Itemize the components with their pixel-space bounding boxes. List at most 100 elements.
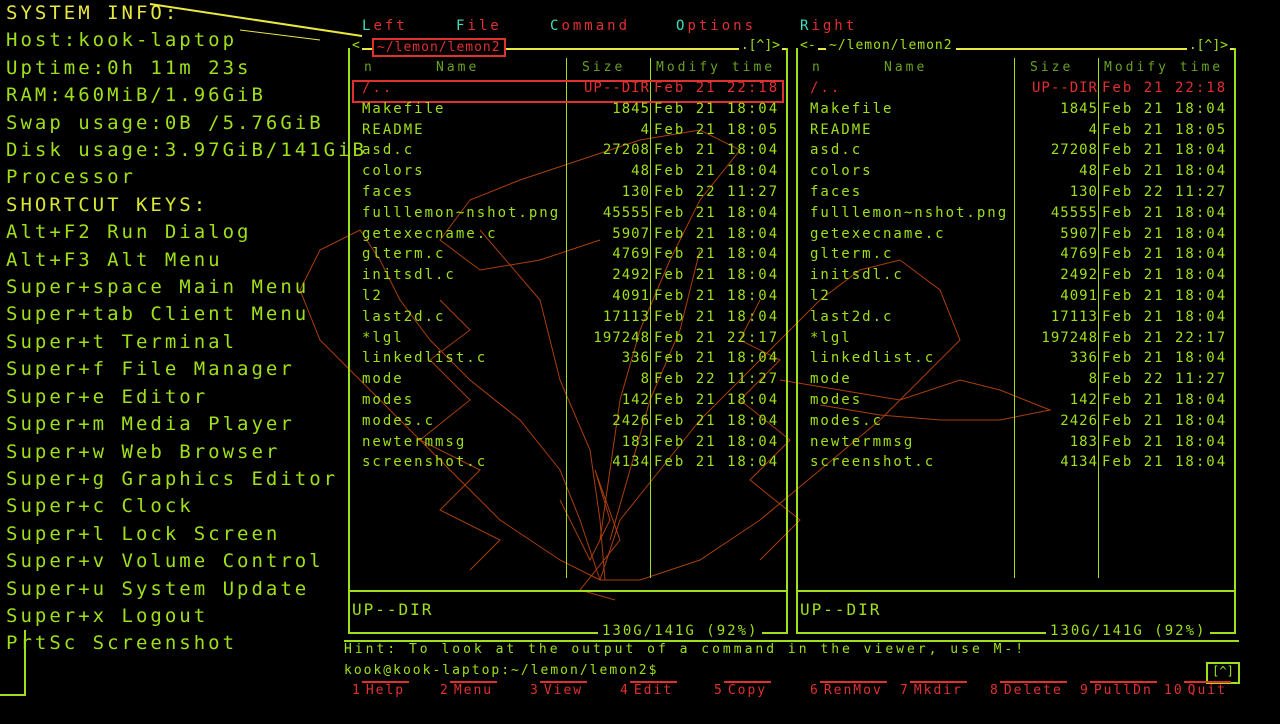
file-mtime: Feb 21 18:04: [1102, 163, 1228, 180]
file-row[interactable]: mode 8 Feb 22 11:27: [796, 371, 1236, 392]
col-header-n[interactable]: n: [812, 60, 823, 75]
file-row[interactable]: mode 8 Feb 22 11:27: [348, 371, 788, 392]
file-row[interactable]: newtermmsg 183 Feb 21 18:04: [796, 434, 1236, 455]
menu-options[interactable]: Options: [676, 18, 756, 34]
menu-right[interactable]: Right: [800, 18, 857, 34]
file-row[interactable]: colors 48 Feb 21 18:04: [796, 163, 1236, 184]
panel-nav-arrows[interactable]: .[^]>: [738, 38, 782, 53]
file-row[interactable]: modes.c 2426 Feb 21 18:04: [348, 413, 788, 434]
col-header-size[interactable]: Size: [1030, 60, 1073, 75]
file-row[interactable]: *lgl 197248 Feb 21 22:17: [796, 330, 1236, 351]
file-size: 4: [1088, 121, 1098, 138]
file-mtime: Feb 21 18:04: [654, 246, 780, 263]
file-row-updir[interactable]: /.. UP--DIR Feb 21 22:18: [348, 80, 788, 103]
file-row[interactable]: modes 142 Feb 21 18:04: [796, 392, 1236, 413]
fkey-label: View: [539, 681, 588, 698]
col-header-name[interactable]: Name: [436, 60, 479, 75]
file-name: colors: [810, 163, 873, 180]
file-size: 1845: [612, 100, 650, 117]
col-header-size[interactable]: Size: [582, 60, 625, 75]
file-row[interactable]: Makefile 1845 Feb 21 18:04: [796, 101, 1236, 122]
fkey-view[interactable]: 3 View: [530, 681, 588, 703]
left-panel-path[interactable]: ~/lemon/lemon2: [372, 38, 506, 57]
file-row[interactable]: screenshot.c 4134 Feb 21 18:04: [796, 454, 1236, 475]
file-mtime: Feb 21 18:04: [1102, 412, 1228, 429]
file-row[interactable]: modes 142 Feb 21 18:04: [348, 392, 788, 413]
col-header-n[interactable]: n: [364, 60, 375, 75]
file-row[interactable]: README 4 Feb 21 18:05: [796, 122, 1236, 143]
panel-nav-arrows[interactable]: .[^]>: [1186, 38, 1230, 53]
file-name: mode: [810, 371, 852, 388]
file-row[interactable]: asd.c 27208 Feb 21 18:04: [348, 142, 788, 163]
fkey-copy[interactable]: 5 Copy: [714, 681, 772, 703]
fkey-help[interactable]: 1 Help: [352, 681, 410, 703]
file-row[interactable]: Makefile 1845 Feb 21 18:04: [348, 101, 788, 122]
file-name: colors: [362, 163, 425, 180]
fkey-menu[interactable]: 2 Menu: [440, 681, 498, 703]
file-row[interactable]: last2d.c 17113 Feb 21 18:04: [348, 309, 788, 330]
file-row[interactable]: README 4 Feb 21 18:05: [348, 122, 788, 143]
file-row[interactable]: linkedlist.c 336 Feb 21 18:04: [796, 350, 1236, 371]
file-name: modes.c: [362, 412, 436, 429]
file-row[interactable]: l2 4091 Feb 21 18:04: [796, 288, 1236, 309]
fkey-delete[interactable]: 8 Delete: [990, 681, 1067, 703]
file-name: screenshot.c: [362, 454, 488, 471]
right-file-panel[interactable]: <- ~/lemon/lemon2 .[^]> n Name Size Modi…: [796, 38, 1236, 639]
function-key-bar: 1 Help 2 Menu 3 View 4 Edit 5 Copy 6 RenMov 7 Mkdir 8 D…: [344, 681, 1239, 705]
fkey-quit[interactable]: 10 Quit: [1164, 681, 1231, 703]
col-header-name[interactable]: Name: [884, 60, 927, 75]
file-size: 48: [1079, 163, 1098, 180]
file-size: 336: [621, 350, 650, 367]
file-name: fulllemon~nshot.png: [810, 204, 1009, 221]
file-size: 17113: [602, 308, 650, 325]
file-row[interactable]: colors 48 Feb 21 18:04: [348, 163, 788, 184]
file-size: 27208: [1050, 142, 1098, 159]
file-name: l2: [362, 287, 383, 304]
fkey-edit[interactable]: 4 Edit: [620, 681, 678, 703]
file-row[interactable]: initsdl.c 2492 Feb 21 18:04: [796, 267, 1236, 288]
file-row[interactable]: getexecname.c 5907 Feb 21 18:04: [796, 226, 1236, 247]
shortcut-line: Super+g Graphics Editor: [6, 467, 339, 490]
fkey-pulldn[interactable]: 9 PullDn: [1080, 681, 1157, 703]
file-mtime: Feb 21 18:04: [654, 350, 780, 367]
file-row[interactable]: fulllemon~nshot.png 45555 Feb 21 18:04: [348, 205, 788, 226]
file-row[interactable]: newtermmsg 183 Feb 21 18:04: [348, 434, 788, 455]
file-row[interactable]: linkedlist.c 336 Feb 21 18:04: [348, 350, 788, 371]
shell-prompt[interactable]: kook@kook-laptop:~/lemon/lemon2$: [344, 663, 658, 678]
file-row[interactable]: fulllemon~nshot.png 45555 Feb 21 18:04: [796, 205, 1236, 226]
file-row-updir[interactable]: /.. UP--DIR Feb 21 22:18: [796, 80, 1236, 101]
file-size: 1845: [1060, 100, 1098, 117]
file-name: screenshot.c: [810, 454, 936, 471]
file-size: 5907: [612, 225, 650, 242]
left-file-panel[interactable]: < ~/lemon/lemon2 .[^]> n Name Size Modif…: [348, 38, 788, 639]
file-mtime: Feb 21 22:17: [654, 329, 780, 346]
file-name: newtermmsg: [362, 433, 467, 450]
file-row[interactable]: faces 130 Feb 22 11:27: [796, 184, 1236, 205]
file-row[interactable]: l2 4091 Feb 21 18:04: [348, 288, 788, 309]
shortcut-line: Super+u System Update: [6, 577, 310, 600]
menu-command[interactable]: Command: [550, 18, 630, 34]
file-row[interactable]: screenshot.c 4134 Feb 21 18:04: [348, 454, 788, 475]
fkey-renmov[interactable]: 6 RenMov: [810, 681, 887, 703]
file-row[interactable]: asd.c 27208 Feb 21 18:04: [796, 142, 1236, 163]
file-row[interactable]: glterm.c 4769 Feb 21 18:04: [348, 246, 788, 267]
file-row[interactable]: modes.c 2426 Feb 21 18:04: [796, 413, 1236, 434]
file-row[interactable]: *lgl 197248 Feb 21 22:17: [348, 330, 788, 351]
file-row[interactable]: getexecname.c 5907 Feb 21 18:04: [348, 226, 788, 247]
file-row[interactable]: last2d.c 17113 Feb 21 18:04: [796, 309, 1236, 330]
fkey-label: Quit: [1183, 681, 1231, 698]
right-panel-path[interactable]: ~/lemon/lemon2: [826, 38, 956, 53]
menu-file[interactable]: File: [456, 18, 502, 34]
file-row[interactable]: faces 130 Feb 22 11:27: [348, 184, 788, 205]
file-name: faces: [362, 183, 415, 200]
fkey-mkdir[interactable]: 7 Mkdir: [900, 681, 967, 703]
file-name: Makefile: [810, 100, 894, 117]
col-header-time[interactable]: Modify time: [656, 60, 775, 75]
free-space: 130G/141G (92%): [598, 623, 763, 639]
menu-left[interactable]: Left: [362, 18, 408, 34]
col-header-time[interactable]: Modify time: [1104, 60, 1223, 75]
file-row[interactable]: glterm.c 4769 Feb 21 18:04: [796, 246, 1236, 267]
processor-line: Processor: [6, 166, 136, 189]
file-name: *lgl: [810, 329, 852, 346]
file-row[interactable]: initsdl.c 2492 Feb 21 18:04: [348, 267, 788, 288]
